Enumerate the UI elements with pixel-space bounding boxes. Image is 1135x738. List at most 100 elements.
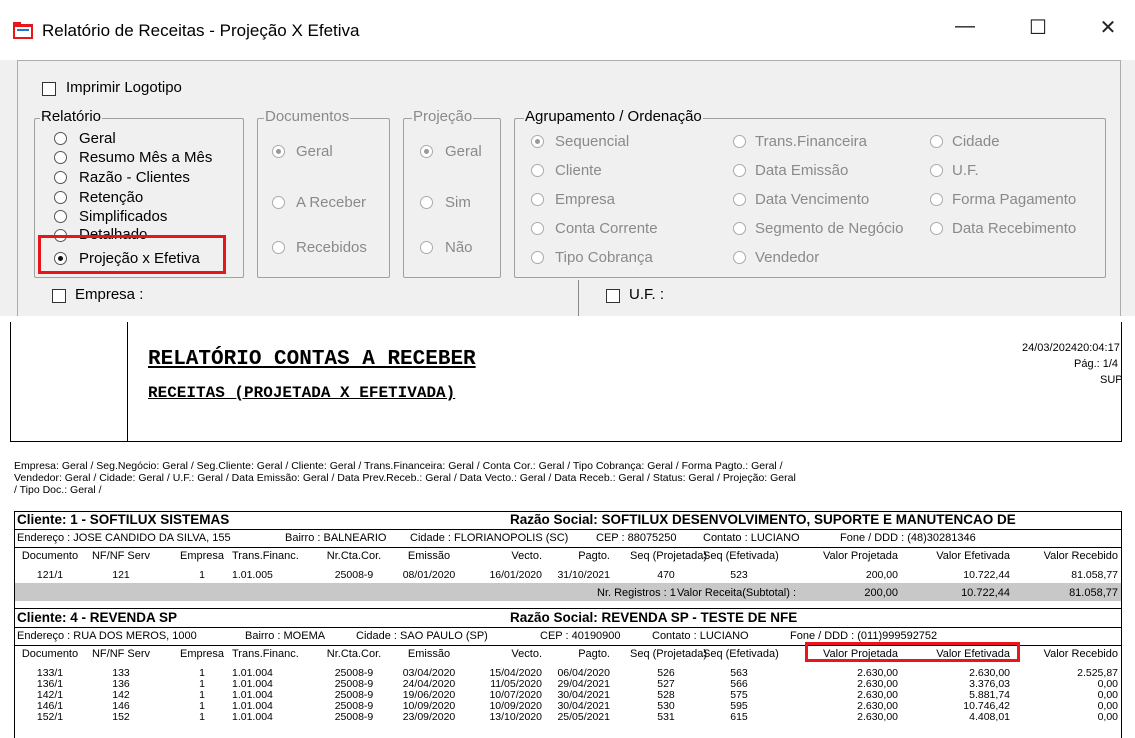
client1-hdr-cell: Seq (Efetivada) [703, 550, 779, 562]
uf-checkbox[interactable] [606, 289, 620, 303]
filters-line-1: Empresa: Geral / Seg.Negócio: Geral / Se… [14, 460, 783, 472]
radio-resumo[interactable] [54, 151, 67, 164]
ag-radio-conta-corrente[interactable] [531, 222, 544, 235]
client2-razao: Razão Social: REVENDA SP - TESTE DE NFE [510, 610, 798, 625]
empresa-label: Empresa : [75, 286, 144, 303]
client1-hdr-cell: Nr.Cta.Cor. [326, 550, 382, 562]
client1-row-cell: 121/1 [36, 569, 64, 581]
client2-hdr-cell: Empresa [179, 648, 225, 660]
title-bar: Relatório de Receitas - Projeção X Efeti… [0, 0, 1135, 60]
client1-cidade: Cidade : FLORIANOPOLIS (SC) [410, 532, 569, 544]
client2-row-cell: 152 [112, 711, 130, 723]
filters-line-3: / Tipo Doc.: Geral / [14, 484, 102, 496]
ag-radio-vendedor[interactable] [733, 251, 746, 264]
filter-divider [578, 280, 579, 316]
documentos-legend: Documentos [264, 108, 351, 125]
client1-row-cell: 81.058,77 [1071, 569, 1118, 581]
proj-radio-sim[interactable] [420, 196, 433, 209]
doc-radio-geral-label: Geral [296, 143, 333, 160]
client2-endereco: Endereço : RUA DOS MEROS, 1000 [17, 630, 197, 642]
ag-cidade-label: Cidade [952, 133, 1000, 150]
client1-cep: CEP : 88075250 [596, 532, 677, 544]
client2-hdr-cell: Emissão [407, 648, 451, 660]
client2-row-cell: 25008-9 [334, 711, 374, 723]
empresa-checkbox[interactable] [52, 289, 66, 303]
doc-radio-recebidos-label: Recebidos [296, 239, 367, 256]
ag-radio-sequencial[interactable] [531, 135, 544, 148]
report-user: SUP [1100, 374, 1123, 386]
filters-line-2: Vendedor: Geral / Cidade: Geral / U.F.: … [14, 472, 796, 484]
maximize-button[interactable]: ☐ [1018, 15, 1058, 40]
ag-radio-trans-financeira[interactable] [733, 135, 746, 148]
radio-razao[interactable] [54, 171, 67, 184]
ag-radio-forma-pagamento[interactable] [930, 193, 943, 206]
client2-row-cell: 13/10/2020 [489, 711, 542, 723]
client2-contato: Contato : LUCIANO [652, 630, 749, 642]
ag-radio-data-vencimento[interactable] [733, 193, 746, 206]
report-title: RELATÓRIO CONTAS A RECEBER [148, 348, 476, 371]
minimize-button[interactable]: — [945, 15, 985, 38]
client1-razao: Razão Social: SOFTILUX DESENVOLVIMENTO, … [510, 512, 1016, 527]
window-title: Relatório de Receitas - Projeção X Efeti… [42, 21, 360, 40]
client1-nregistros: Nr. Registros : 1 [597, 587, 676, 599]
proj-radio-geral[interactable] [420, 145, 433, 158]
client2-row-cell: 23/09/2020 [402, 711, 456, 723]
client1-bairro: Bairro : BALNEARIO [285, 532, 387, 544]
proj-radio-sim-label: Sim [445, 194, 471, 211]
client1-hdr-cell: Emissão [407, 550, 451, 562]
radio-retencao[interactable] [54, 191, 67, 204]
client1-row-cell: 1 [199, 569, 205, 581]
ag-radio-uf[interactable] [930, 164, 943, 177]
proj-radio-nao[interactable] [420, 241, 433, 254]
radio-resumo-label: Resumo Mês a Mês [79, 149, 213, 166]
ag-radio-tipo-cobranca[interactable] [531, 251, 544, 264]
client1-row-cell: 121 [112, 569, 130, 581]
report-subtitle: RECEITAS (PROJETADA X EFETIVADA) [148, 384, 456, 402]
doc-radio-recebidos[interactable] [272, 241, 285, 254]
client1-hdr-cell: Documento [21, 550, 79, 562]
doc-radio-geral[interactable] [272, 145, 285, 158]
close-button[interactable]: ✕ [1088, 15, 1128, 40]
rule [14, 627, 1122, 628]
print-logo-checkbox[interactable] [42, 82, 56, 96]
client2-hdr-cell: Pagto. [578, 648, 610, 660]
ag-radio-data-recebimento[interactable] [930, 222, 943, 235]
client2-bairro: Bairro : MOEMA [245, 630, 326, 642]
client2-hdr-cell: Documento [21, 648, 79, 660]
relatorio-legend: Relatório [40, 108, 103, 125]
ag-radio-data-emissao[interactable] [733, 164, 746, 177]
client2-hdr-cell: NF/NF Serv [91, 648, 151, 660]
client1-subtotal-label: Valor Receita(Subtotal) : [677, 587, 797, 599]
radio-simplificados[interactable] [54, 210, 67, 223]
client1-row-cell: 16/01/2020 [489, 569, 542, 581]
ag-radio-segmento[interactable] [733, 222, 746, 235]
ag-radio-cliente[interactable] [531, 164, 544, 177]
ag-conta-corrente-label: Conta Corrente [555, 220, 658, 237]
client1-row-cell: 10.722,44 [963, 569, 1010, 581]
highlight-box-columns [805, 642, 1020, 662]
client2-hdr-cell: Seq (Efetivada) [703, 648, 779, 660]
ag-data-emissao-label: Data Emissão [755, 162, 849, 179]
app-folder-icon [13, 22, 33, 39]
ag-uf-label: U.F. [952, 162, 979, 179]
radio-retencao-label: Retenção [79, 189, 144, 206]
client1-hdr-cell: Seq (Projetada) [630, 550, 708, 562]
proj-radio-nao-label: Não [445, 239, 473, 256]
doc-radio-areceber[interactable] [272, 196, 285, 209]
client1-hdr-cell: Valor Projetada [822, 550, 898, 562]
client2-row-cell: 25/05/2021 [557, 711, 610, 723]
ag-radio-cidade[interactable] [930, 135, 943, 148]
client1-row-cell: 470 [657, 569, 675, 581]
client2-hdr-cell: Vecto. [511, 648, 542, 660]
rule [14, 547, 1122, 548]
client1-row-cell: 523 [730, 569, 748, 581]
client1-row-cell: 08/01/2020 [402, 569, 456, 581]
client1-row-cell: 31/10/2021 [557, 569, 610, 581]
ag-data-vencimento-label: Data Vencimento [755, 191, 870, 208]
print-logo-label: Imprimir Logotipo [66, 79, 182, 96]
client2-row-cell: 1.01.004 [232, 711, 273, 723]
radio-geral[interactable] [54, 132, 67, 145]
client2-cep: CEP : 40190900 [540, 630, 621, 642]
client2-hdr-cell: Valor Recebido [1043, 648, 1118, 660]
ag-radio-empresa[interactable] [531, 193, 544, 206]
